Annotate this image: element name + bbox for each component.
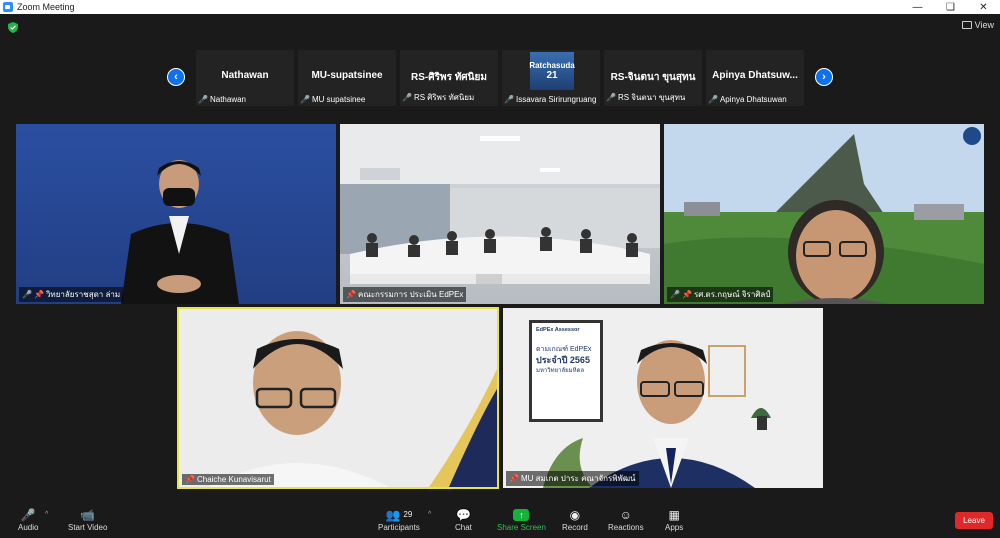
audio-label: Audio [18, 523, 39, 532]
apps-icon: ▦ [668, 507, 680, 522]
strip-tile-name: RS-จินตนา ขุนสุทน [610, 72, 696, 83]
pin-icon: 📌 [346, 290, 356, 299]
mic-muted-icon: 🎤 [402, 93, 412, 102]
strip-tile-name: RS-ศิริพร ทัศนิยม [411, 72, 487, 83]
share-screen-label: Share Screen [497, 523, 546, 532]
reactions-button[interactable]: ☺ Reactions [608, 506, 644, 533]
mic-muted-icon: 🎤 [670, 290, 680, 299]
strip-tile-label: Apinya Dhatsuwan [719, 95, 787, 104]
participants-button[interactable]: 👥 29 Participants [378, 506, 420, 533]
window-controls: — ❏ ✕ [901, 0, 1000, 14]
participants-options-caret[interactable]: ^ [428, 511, 431, 518]
strip-tile[interactable]: RS-จินตนา ขุนสุทน 🎤 RS จินตนา ขุนสุทน [604, 50, 702, 106]
video-tile[interactable]: 🎤 📌 รศ.ดร.กฤษณ์ จิราศิลป์ [664, 124, 984, 304]
leave-button[interactable]: Leave [955, 512, 993, 529]
profile-picture-text: Ratchasuda [529, 61, 575, 70]
pin-icon: 📌 [509, 474, 519, 483]
chat-label: Chat [455, 523, 472, 532]
shield-icon[interactable] [8, 22, 18, 33]
window-titlebar: Zoom Meeting — ❏ ✕ [0, 0, 1000, 14]
person-video [121, 160, 239, 304]
grid-icon [961, 21, 972, 29]
reactions-label: Reactions [608, 523, 644, 532]
strip-tile-label: RS จินตนา ขุนสุทน [617, 93, 686, 102]
video-off-icon: 📹 [80, 507, 96, 522]
video-tile[interactable]: 🎤 📌 วิทยาลัยราชสุดา ล่าม [16, 124, 336, 304]
start-video-label: Start Video [68, 523, 108, 532]
chat-button[interactable]: 💬 Chat [455, 506, 472, 533]
share-screen-icon: ↑ [513, 506, 530, 523]
view-label: View [974, 20, 994, 30]
window-title: Zoom Meeting [17, 2, 75, 12]
strip-tile[interactable]: MU-supatsinee 🎤 MU supatsinee [298, 50, 396, 106]
strip-tile[interactable]: Ratchasuda 21 🎤 Issavara Sirirungruang [502, 50, 600, 106]
next-page-button[interactable]: › [815, 68, 833, 86]
tile-name: Chaiche Kunavisarut [196, 475, 271, 484]
record-button[interactable]: ◉ Record [562, 506, 588, 533]
apps-label: Apps [665, 523, 684, 532]
zoom-app-icon [3, 2, 13, 12]
tile-name: รศ.ดร.กฤษณ์ จิราศิลป์ [693, 290, 771, 299]
video-tile[interactable]: EdPEx Assessor ตามเกณฑ์ EdPEx ประจำปี 25… [503, 308, 823, 488]
video-tile[interactable]: 📌 คณะกรรมการ ประเมิน EdPEx [340, 124, 660, 304]
speaker-video [179, 309, 497, 487]
outdoor-background-video [664, 124, 984, 304]
pin-icon: 📌 [681, 290, 692, 299]
strip-tile-label: MU supatsinee [311, 95, 366, 104]
meeting-topbar [0, 14, 1000, 40]
meeting-room-video [340, 124, 660, 284]
audio-options-caret[interactable]: ^ [45, 511, 48, 518]
record-icon: ◉ [569, 507, 581, 522]
minimize-icon[interactable]: — [901, 0, 934, 14]
view-button[interactable]: View [961, 20, 994, 30]
strip-tile-name: Nathawan [221, 70, 269, 81]
mic-muted-icon: 🎤 [606, 93, 616, 102]
pin-icon: 📌 [33, 290, 44, 299]
strip-tile[interactable]: Apinya Dhatsuw... 🎤 Apinya Dhatsuwan [706, 50, 804, 106]
mic-muted-icon: 🎤 [708, 95, 718, 104]
participants-label: Participants [378, 523, 420, 532]
strip-tile[interactable]: Nathawan 🎤 Nathawan [196, 50, 294, 106]
tile-name: MU สมเกต ปาระ คณาจักรพิพัฒน์ [520, 474, 636, 483]
mic-muted-icon: 🎤 [504, 95, 514, 104]
speaker-video [543, 340, 771, 488]
participants-count: 29 [403, 510, 413, 519]
chat-icon: 💬 [455, 507, 471, 522]
strip-tile-name: MU-supatsinee [311, 70, 383, 81]
participants-icon: 👥 29 [385, 507, 413, 522]
profile-picture-number: 21 [546, 70, 558, 81]
strip-tile-label: Issavara Sirirungruang [515, 95, 597, 104]
prev-page-button[interactable]: ‹ [167, 68, 185, 86]
strip-tile-name: Apinya Dhatsuw... [712, 70, 798, 81]
mic-muted-icon: 🎤 [300, 95, 310, 104]
microphone-icon: 🎤 [20, 507, 36, 522]
strip-tile-label: Nathawan [209, 95, 246, 104]
close-icon[interactable]: ✕ [967, 0, 1000, 14]
active-speaker-tile[interactable]: 📌 Chaiche Kunavisarut [177, 307, 499, 489]
maximize-icon[interactable]: ❏ [934, 0, 967, 14]
mic-muted-icon: 🎤 [22, 290, 32, 299]
pin-icon: 📌 [185, 475, 195, 484]
reactions-icon: ☺ [619, 507, 632, 522]
profile-picture: Ratchasuda 21 [529, 52, 575, 90]
tile-name: วิทยาลัยราชสุดา ล่าม [45, 290, 121, 299]
record-label: Record [562, 523, 588, 532]
mic-muted-icon: 🎤 [198, 95, 208, 104]
participant-strip: Nathawan 🎤 Nathawan MU-supatsinee 🎤 MU sup… [196, 50, 804, 106]
audio-button[interactable]: 🎤 Audio [18, 506, 39, 533]
strip-tile[interactable]: RS-ศิริพร ทัศนิยม 🎤 RS ศิริพร ทัศนิยม [400, 50, 498, 106]
share-screen-button[interactable]: ↑ Share Screen [497, 506, 546, 532]
apps-button[interactable]: ▦ Apps [665, 506, 684, 533]
tile-name: คณะกรรมการ ประเมิน EdPEx [357, 290, 464, 299]
start-video-button[interactable]: 📹 Start Video [68, 506, 108, 533]
strip-tile-label: RS ศิริพร ทัศนิยม [413, 93, 475, 102]
